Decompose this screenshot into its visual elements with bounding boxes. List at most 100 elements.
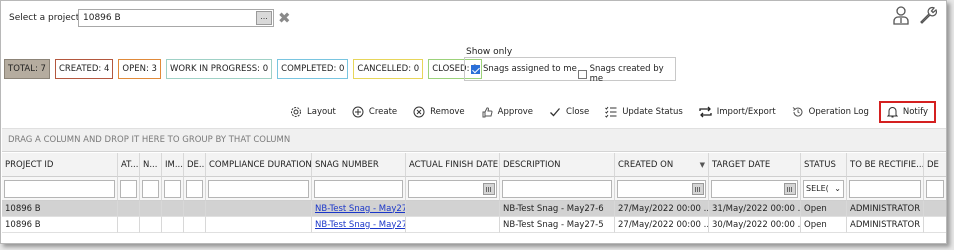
checkmark-icon [549, 106, 561, 118]
project-selector-input[interactable]: 10896 B ... [78, 9, 274, 27]
col-actual-finish-date[interactable]: ACTUAL FINISH DATE [406, 153, 500, 177]
user-profile-icon[interactable] [892, 5, 910, 25]
clear-project-icon[interactable]: ✖ [278, 9, 291, 27]
compliance-duration-filter-input[interactable] [208, 179, 309, 198]
import-export-label: Import/Export [716, 107, 776, 117]
status-filter-select[interactable]: SELE( ⌄ [803, 179, 844, 198]
filter-cell [184, 177, 206, 201]
swap-arrows-icon [699, 106, 712, 118]
cell-target-date: 30/May/2022 00:00 ... [709, 217, 801, 233]
col-target-date[interactable]: TARGET DATE [709, 153, 801, 177]
assigned-to-me-option[interactable]: Snags assigned to me [471, 64, 577, 74]
gear-icon [290, 106, 302, 118]
approve-label: Approve [497, 107, 534, 117]
actual-finish-date-filter-input[interactable] [408, 179, 497, 198]
layout-button[interactable]: Layout [290, 106, 336, 118]
update-status-button[interactable]: Update Status [605, 106, 683, 118]
cell-rectified-by: ADMINISTRATOR [847, 217, 924, 233]
filter-total[interactable]: TOTAL: 7 [4, 59, 50, 79]
col-to-be-rectified-by[interactable]: TO BE RECTIFIE... [847, 153, 924, 177]
checklist-icon [605, 106, 617, 118]
assigned-to-me-checkbox[interactable] [471, 64, 480, 74]
cell-compliance-duration [206, 217, 312, 233]
filter-created[interactable]: CREATED: 4 [54, 59, 114, 79]
close-button[interactable]: Close [549, 106, 589, 118]
col-compliance-duration[interactable]: COMPLIANCE DURATION [206, 153, 312, 177]
col-at[interactable]: AT... [118, 153, 140, 177]
at-filter-input[interactable] [120, 179, 137, 198]
notify-label: Notify [902, 107, 928, 117]
cell-compliance-duration [206, 201, 312, 217]
filter-completed[interactable]: COMPLETED: 0 [277, 59, 349, 79]
import-export-button[interactable]: Import/Export [699, 106, 776, 118]
filter-cell [500, 177, 615, 201]
operation-log-label: Operation Log [808, 107, 869, 117]
cell-status: Open [801, 201, 847, 217]
project-selector-value[interactable]: 10896 B [79, 13, 256, 23]
cell-project-id: 10896 B [2, 201, 118, 217]
grid-header-row: PROJECT ID AT... N... IM... DE... COMPLI… [2, 153, 946, 177]
remove-button[interactable]: Remove [413, 106, 465, 118]
filter-cell [162, 177, 184, 201]
approve-button[interactable]: Approve [481, 106, 533, 118]
filter-open[interactable]: OPEN: 3 [118, 59, 161, 79]
cell-at [118, 217, 140, 233]
col-n[interactable]: N... [140, 153, 162, 177]
col-de[interactable]: DE... [184, 153, 206, 177]
filter-cell [924, 177, 946, 201]
group-by-drop-zone[interactable]: DRAG A COLUMN AND DROP IT HERE TO GROUP … [2, 128, 946, 152]
plus-circle-icon [352, 106, 364, 118]
de-filter-input[interactable] [186, 179, 203, 198]
calendar-icon[interactable] [784, 182, 796, 195]
grid-filter-row: SELE( ⌄ [2, 177, 946, 201]
create-button[interactable]: Create [352, 106, 397, 118]
cell-target-date: 31/May/2022 00:00 ... [709, 201, 801, 217]
rectified-by-filter-input[interactable] [849, 179, 921, 198]
operation-log-button[interactable]: Operation Log [792, 106, 869, 118]
n-filter-input[interactable] [142, 179, 159, 198]
project-browse-button[interactable]: ... [256, 11, 272, 25]
col-description[interactable]: DESCRIPTION [500, 153, 615, 177]
notify-button[interactable]: Notify [878, 101, 936, 123]
created-on-filter-input[interactable] [617, 179, 706, 198]
close-label: Close [566, 107, 590, 117]
calendar-icon[interactable] [692, 182, 704, 195]
description-filter-input[interactable] [502, 179, 612, 198]
col-de-2[interactable]: DE [924, 153, 946, 177]
create-label: Create [368, 107, 398, 117]
filter-cell [2, 177, 118, 201]
col-status[interactable]: STATUS [801, 153, 847, 177]
cell-actual-finish-date [406, 217, 500, 233]
cell-at [118, 201, 140, 217]
cell-de-2 [924, 201, 946, 217]
calendar-icon[interactable] [483, 182, 495, 195]
update-status-label: Update Status [622, 107, 683, 117]
filter-work-in-progress[interactable]: WORK IN PROGRESS: 0 [165, 59, 273, 79]
snag-number-link[interactable]: NB-Test Snag - May27-5 [315, 220, 405, 230]
cell-n [140, 217, 162, 233]
snag-grid: PROJECT ID AT... N... IM... DE... COMPLI… [2, 153, 946, 233]
col-snag-number[interactable]: SNAG NUMBER [312, 153, 406, 177]
created-by-me-label: Snags created by me [589, 64, 664, 84]
col-project-id[interactable]: PROJECT ID [2, 153, 118, 177]
col-created-on-label: CREATED ON [618, 159, 674, 170]
snag-number-link[interactable]: NB-Test Snag - May27-6 [315, 204, 405, 214]
status-filter-value: SELE( [806, 184, 829, 193]
col-im[interactable]: IM... [162, 153, 184, 177]
project-id-filter-input[interactable] [4, 179, 115, 198]
filter-cell [118, 177, 140, 201]
filter-cell [406, 177, 500, 201]
snag-number-filter-input[interactable] [314, 179, 403, 198]
target-date-filter-input[interactable] [711, 179, 798, 198]
created-by-me-option[interactable]: Snags created by me [578, 64, 675, 84]
thumbs-up-icon [481, 106, 493, 118]
x-circle-icon [413, 106, 425, 118]
im-filter-input[interactable] [164, 179, 181, 198]
filter-cancelled[interactable]: CANCELLED: 0 [353, 59, 424, 79]
created-by-me-checkbox[interactable] [578, 69, 587, 79]
settings-wrench-icon[interactable] [918, 5, 938, 25]
table-row[interactable]: 10896 B NB-Test Snag - May27-6 NB-Test S… [2, 201, 946, 217]
table-row[interactable]: 10896 B NB-Test Snag - May27-5 NB-Test S… [2, 217, 946, 233]
de2-filter-input[interactable] [926, 179, 944, 198]
col-created-on[interactable]: CREATED ON ▼ [615, 153, 709, 177]
